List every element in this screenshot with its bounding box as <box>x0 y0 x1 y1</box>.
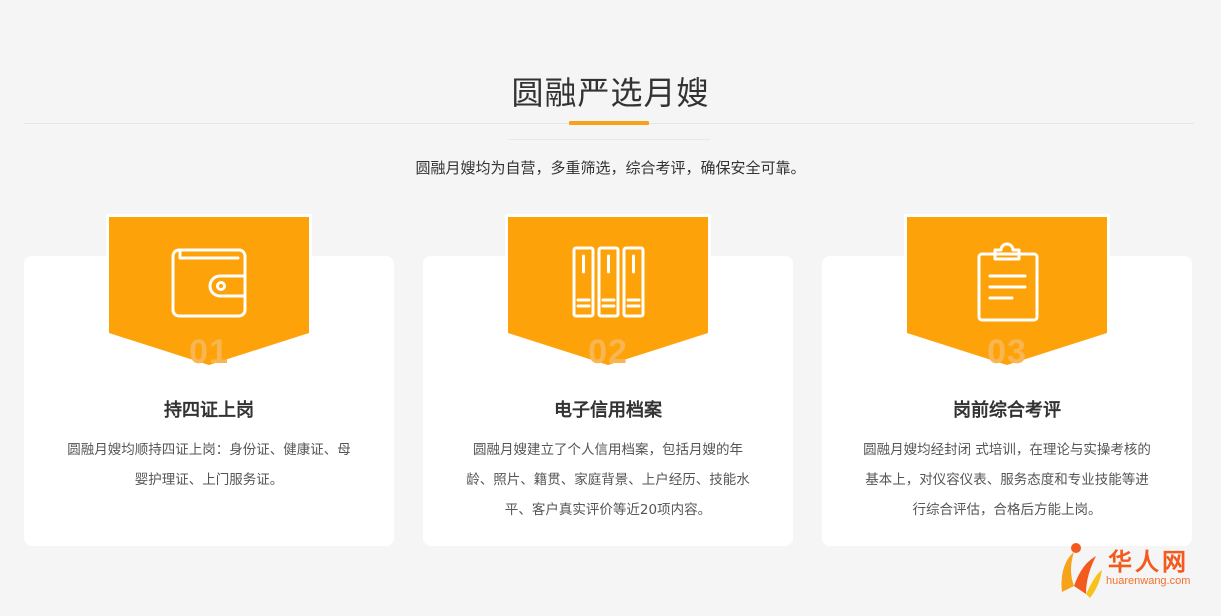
card-description: 圆融月嫂均顺持四证上岗：身份证、健康证、母婴护理证、上门服务证。 <box>67 442 351 488</box>
watermark-url: huarenwang.com <box>1106 575 1191 587</box>
card-title: 持四证上岗 <box>164 400 254 421</box>
page-title: 圆融严选月嫂 <box>511 74 710 112</box>
card-description: 圆融月嫂均经封闭 式培训，在理论与实操考核的基本上，对仪容仪表、服务态度和专业技… <box>863 442 1151 518</box>
feature-badge-2: 02 <box>505 214 711 371</box>
feature-badge-3: 03 <box>904 214 1110 371</box>
badge-number: 01 <box>189 333 229 371</box>
feature-badge-1: 01 <box>106 214 312 371</box>
watermark-logo: 华人网 huarenwang.com <box>1056 540 1216 610</box>
watermark-brand: 华人网 <box>1108 548 1189 576</box>
logo-mark-icon <box>1061 543 1102 598</box>
title-subline <box>508 139 710 140</box>
title-accent-bar <box>569 121 649 125</box>
section-subtitle: 圆融月嫂均为自营，多重筛选，综合考评，确保安全可靠。 <box>415 159 806 177</box>
card-title: 电子信用档案 <box>554 400 662 421</box>
badge-number: 03 <box>987 333 1027 371</box>
badge-number: 02 <box>588 333 628 371</box>
card-title: 岗前综合考评 <box>953 400 1061 421</box>
card-description: 圆融月嫂建立了个人信用档案，包括月嫂的年龄、照片、籍贯、家庭背景、上户经历、技能… <box>466 442 750 518</box>
